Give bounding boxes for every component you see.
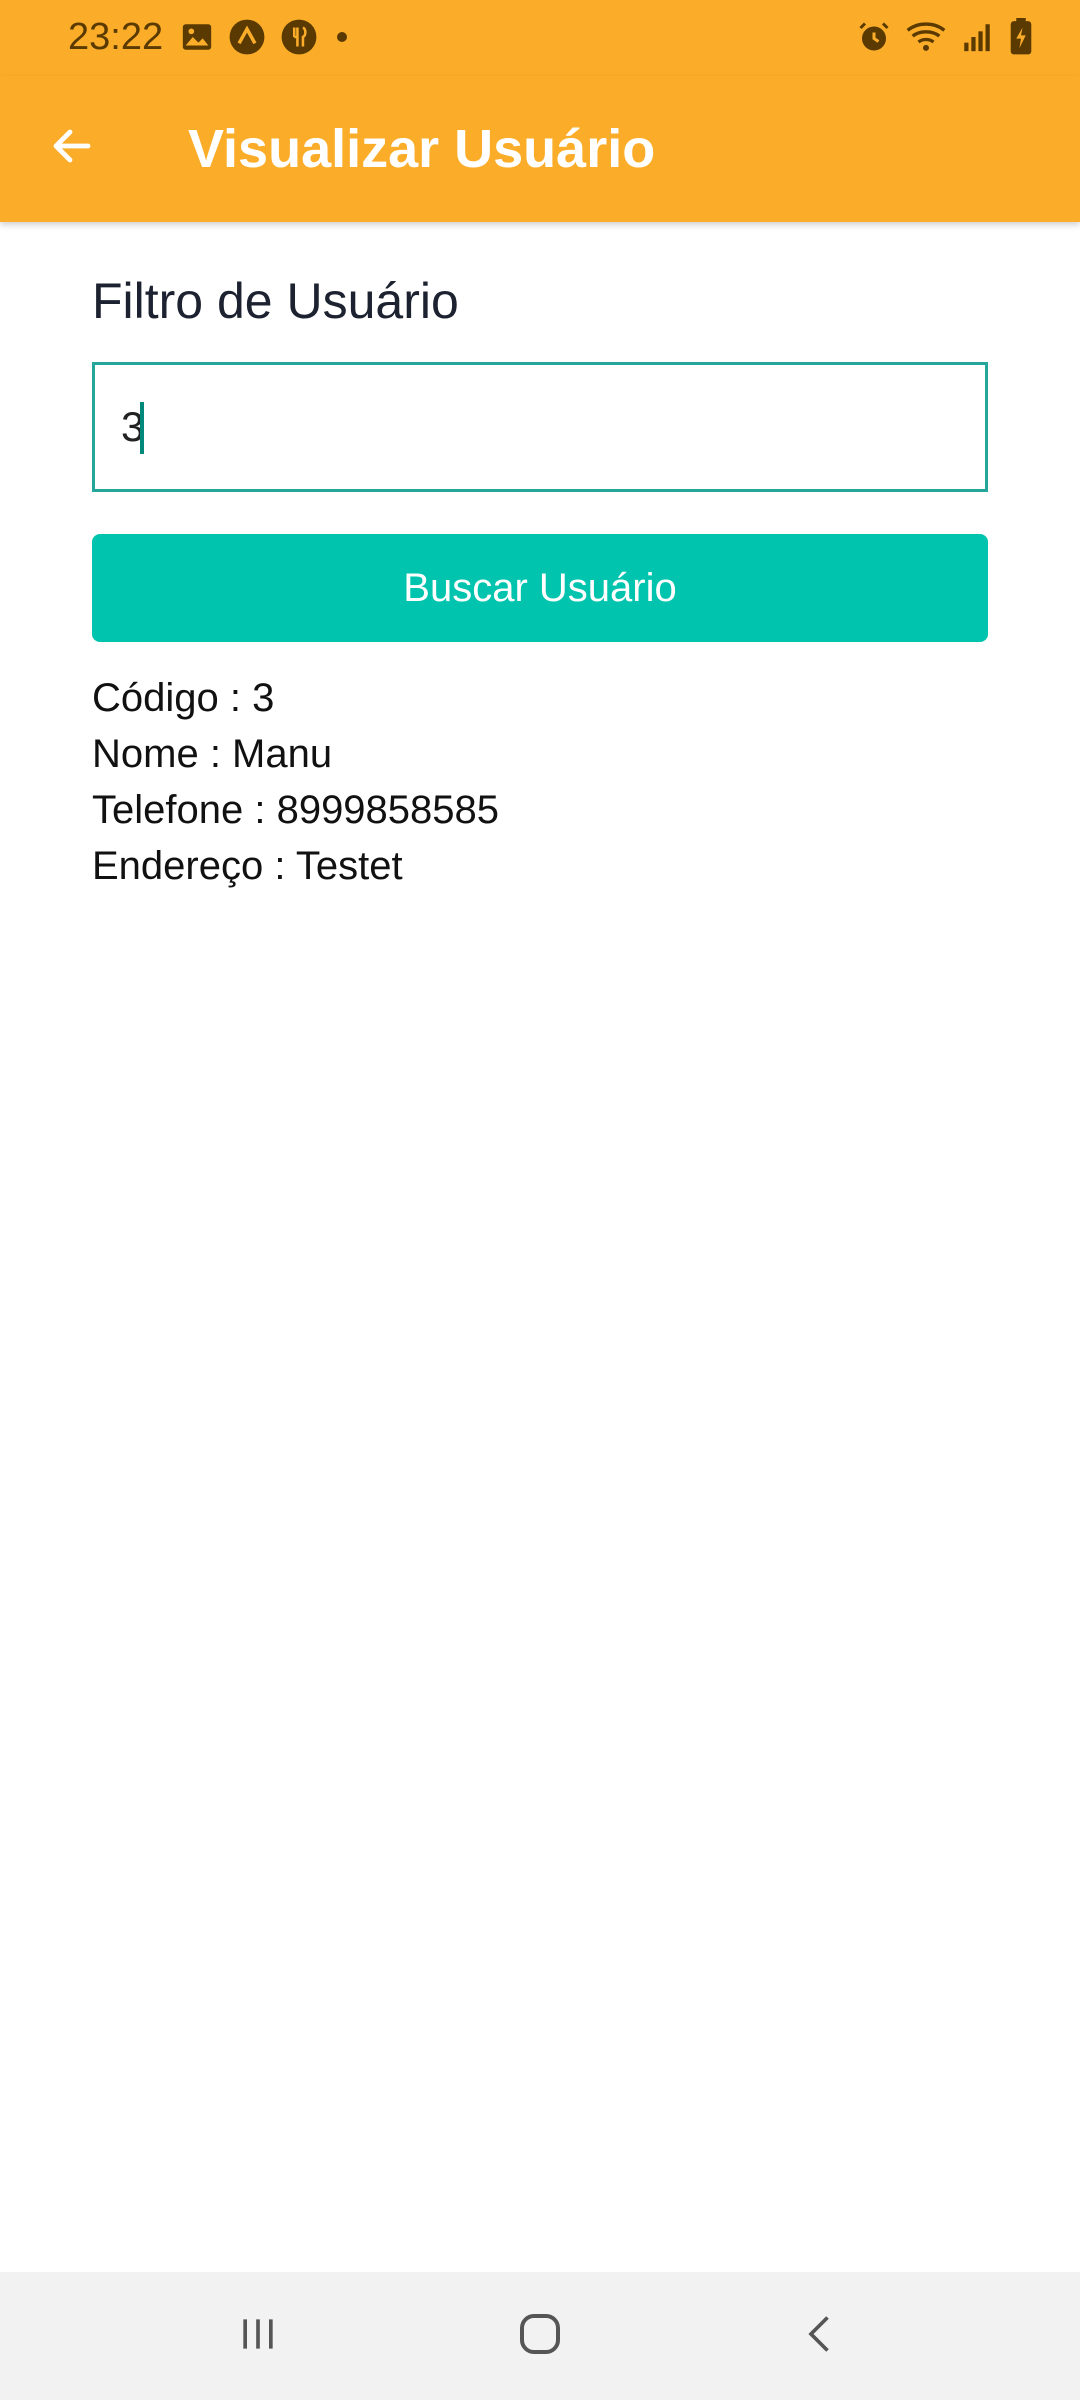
wifi-icon bbox=[906, 19, 946, 60]
home-icon bbox=[516, 2310, 564, 2363]
status-bar: 23:22 bbox=[0, 0, 1080, 76]
back-button[interactable] bbox=[36, 112, 108, 184]
nav-back-button[interactable] bbox=[788, 2302, 856, 2370]
recent-apps-button[interactable] bbox=[224, 2302, 292, 2370]
page-title: Visualizar Usuário bbox=[188, 119, 656, 179]
status-time: 23:22 bbox=[68, 16, 164, 58]
search-user-button[interactable]: Buscar Usuário bbox=[92, 534, 988, 642]
result-codigo: Código : 3 bbox=[92, 676, 275, 720]
image-icon bbox=[180, 20, 214, 59]
result-telefone: Telefone : 8999858585 bbox=[92, 788, 500, 832]
text-cursor bbox=[140, 402, 144, 454]
user-result: Código : 3 Nome : Manu Telefone : 899985… bbox=[92, 670, 499, 894]
alarm-icon bbox=[856, 19, 892, 60]
battery-icon bbox=[1008, 18, 1034, 61]
back-icon bbox=[800, 2312, 844, 2361]
result-nome: Nome : Manu bbox=[92, 732, 333, 776]
user-id-input[interactable] bbox=[92, 362, 988, 492]
recent-apps-icon bbox=[236, 2312, 280, 2361]
system-nav-bar bbox=[0, 2272, 1080, 2400]
arrow-left-icon bbox=[48, 122, 96, 175]
status-right-icons bbox=[856, 18, 1034, 61]
status-left-icons bbox=[180, 18, 352, 61]
home-button[interactable] bbox=[506, 2302, 574, 2370]
expo-icon bbox=[228, 18, 266, 61]
signal-icon bbox=[960, 20, 994, 59]
app-bar: Visualizar Usuário bbox=[0, 76, 1080, 222]
food-icon bbox=[280, 18, 318, 61]
dot-icon bbox=[332, 27, 352, 52]
result-endereco: Endereço : Testet bbox=[92, 844, 403, 888]
filter-label: Filtro de Usuário bbox=[92, 273, 459, 329]
